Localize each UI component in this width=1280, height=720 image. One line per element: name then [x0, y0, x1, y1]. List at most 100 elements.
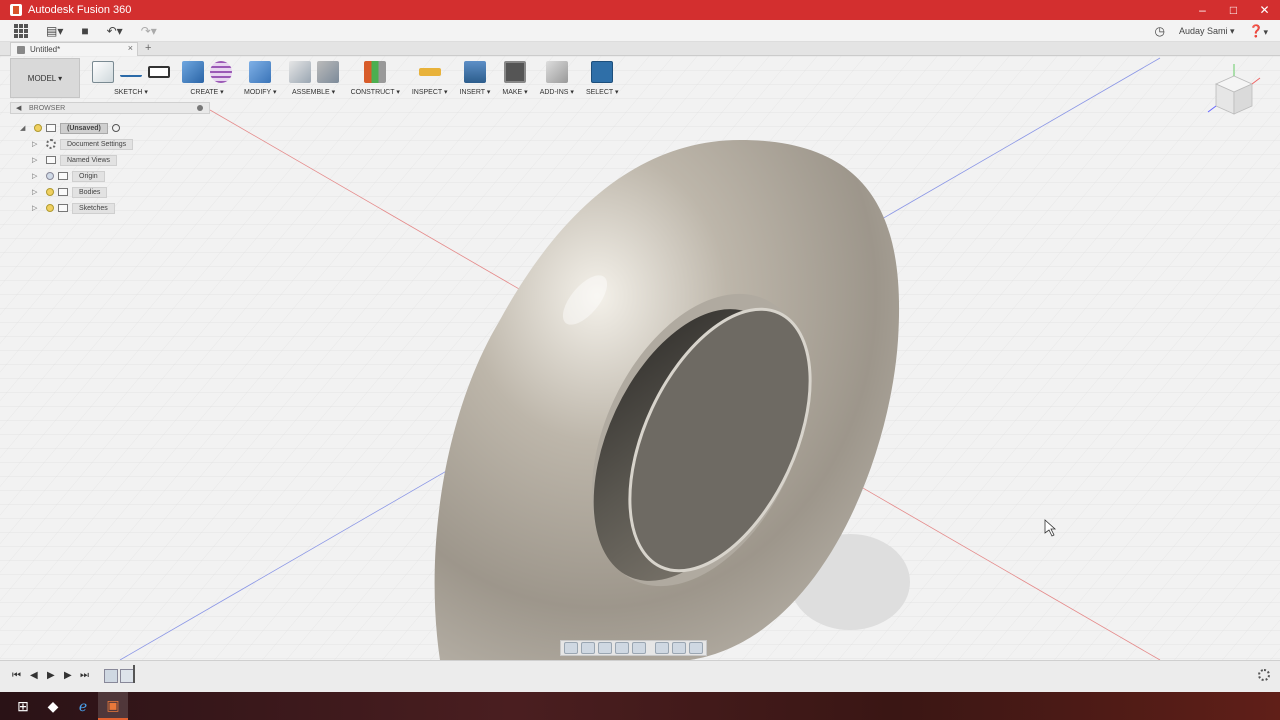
document-tab-title: Untitled* [30, 45, 61, 54]
job-status-clock-icon[interactable]: ◷ [1154, 24, 1164, 38]
minimize-button[interactable]: – [1187, 0, 1218, 20]
new-component-icon[interactable] [288, 61, 311, 83]
go-to-end-icon[interactable]: ⏭ [80, 670, 89, 681]
select-menu-label[interactable]: SELECT ▾ [586, 88, 619, 96]
fusion-taskbar-icon[interactable]: ▣ [98, 692, 128, 720]
visibility-bulb-icon[interactable] [46, 188, 54, 196]
sketch-menu-label[interactable]: SKETCH ▾ [114, 88, 148, 96]
expand-triangle-icon[interactable]: ▷ [32, 172, 40, 180]
insert-group[interactable]: INSERT ▾ [460, 58, 491, 100]
addins-group[interactable]: ADD-INS ▾ [540, 58, 574, 100]
torus-body[interactable] [434, 140, 900, 660]
tree-item-document-settings[interactable]: ▷ Document Settings [32, 136, 134, 152]
tree-item-named-views[interactable]: ▷ Named Views [32, 152, 133, 168]
undo-icon[interactable]: ↶▾ [107, 24, 123, 38]
browser-panel-header[interactable]: ◀ BROWSER [10, 102, 210, 114]
insert-image-icon[interactable] [463, 61, 486, 83]
go-to-start-icon[interactable]: ⏮ [12, 670, 21, 681]
select-group[interactable]: SELECT ▾ [586, 58, 619, 100]
play-icon[interactable]: ▶ [47, 670, 55, 681]
extrude-icon[interactable] [182, 61, 204, 83]
make-group[interactable]: MAKE ▾ [502, 58, 528, 100]
sketch-group[interactable]: SKETCH ▾ [92, 58, 170, 100]
help-menu[interactable]: ❓▾ [1249, 24, 1268, 38]
main-toolbar: MODEL ▾ SKETCH ▾ CREATE ▾ MODIFY ▾ ASSEM… [10, 58, 619, 100]
tree-item-sketches[interactable]: ▷ Sketches [32, 200, 133, 216]
3d-print-icon[interactable] [504, 61, 527, 83]
construct-group[interactable]: CONSTRUCT ▾ [351, 58, 400, 100]
expand-triangle-icon[interactable]: ▷ [32, 204, 40, 212]
grid-settings-icon[interactable] [672, 642, 686, 654]
insert-menu-label[interactable]: INSERT ▾ [460, 88, 491, 96]
create-group[interactable]: CREATE ▾ [182, 58, 232, 100]
data-panel-grid-icon[interactable] [14, 23, 28, 38]
explorer-icon[interactable]: ◆ [38, 692, 68, 720]
redo-icon[interactable]: ↷▾ [141, 24, 157, 38]
visibility-bulb-icon[interactable] [34, 124, 42, 132]
line-tool-icon[interactable] [120, 67, 142, 77]
view-cube[interactable] [1204, 62, 1264, 122]
modify-menu-label[interactable]: MODIFY ▾ [244, 88, 277, 96]
pan-hand-icon[interactable] [598, 642, 612, 654]
inspect-group[interactable]: INSPECT ▾ [412, 58, 448, 100]
maximize-button[interactable]: □ [1218, 0, 1249, 20]
addins-menu-label[interactable]: ADD-INS ▾ [540, 88, 574, 96]
user-name: Auday Sami [1178, 25, 1228, 36]
timeline-feature-sketch[interactable] [104, 669, 118, 683]
expand-triangle-icon[interactable]: ▷ [32, 156, 40, 164]
zoom-icon[interactable] [615, 642, 629, 654]
display-settings-icon[interactable] [655, 642, 669, 654]
start-button-icon[interactable]: ⊞ [8, 692, 38, 720]
scripts-addins-icon[interactable] [545, 61, 568, 83]
create-sketch-icon[interactable] [92, 61, 114, 83]
assemble-group[interactable]: ASSEMBLE ▾ [288, 58, 339, 100]
viewport-canvas[interactable] [0, 56, 1280, 660]
step-back-icon[interactable]: ◀ [30, 670, 38, 681]
expand-triangle-icon[interactable]: ▷ [32, 188, 40, 196]
make-menu-label[interactable]: MAKE ▾ [502, 88, 527, 96]
tree-item-origin[interactable]: ▷ Origin [32, 168, 133, 184]
viewports-icon[interactable] [689, 642, 703, 654]
workspace-switcher[interactable]: MODEL ▾ [10, 58, 80, 98]
assemble-menu-label[interactable]: ASSEMBLE ▾ [292, 88, 335, 96]
view-cube-z-axis [1207, 105, 1217, 113]
user-account-menu[interactable]: Auday Sami ▾ [1179, 26, 1235, 37]
visibility-bulb-off-icon[interactable] [46, 172, 54, 180]
new-tab-button[interactable]: + [145, 42, 151, 55]
press-pull-icon[interactable] [249, 61, 272, 83]
expand-triangle-icon[interactable]: ▷ [32, 140, 40, 148]
tree-item-bodies[interactable]: ▷ Bodies [32, 184, 133, 200]
root-component-label: (Unsaved) [60, 122, 108, 134]
folder-icon [58, 204, 68, 212]
form-sphere-icon[interactable] [210, 61, 232, 83]
inspect-menu-label[interactable]: INSPECT ▾ [412, 88, 448, 96]
rectangle-tool-icon[interactable] [148, 66, 170, 78]
look-at-icon[interactable] [581, 642, 595, 654]
pin-icon[interactable] [197, 105, 203, 111]
joint-icon[interactable] [316, 61, 339, 83]
collapse-triangle-icon[interactable]: ◢ [20, 124, 28, 132]
visibility-bulb-icon[interactable] [46, 204, 54, 212]
construct-menu-label[interactable]: CONSTRUCT ▾ [351, 88, 400, 96]
file-menu-icon[interactable]: ▤▾ [46, 24, 63, 38]
offset-plane-icon[interactable] [364, 61, 387, 83]
activate-component-icon[interactable] [111, 124, 120, 132]
browser-tree: ◢ (Unsaved) ▷ Document Settings ▷ Named … [20, 120, 134, 216]
collapse-browser-icon[interactable]: ◀ [16, 104, 21, 112]
internet-explorer-icon[interactable]: ℯ [68, 692, 98, 720]
orbit-icon[interactable] [564, 642, 578, 654]
step-forward-icon[interactable]: ▶ [64, 670, 72, 681]
modify-group[interactable]: MODIFY ▾ [244, 58, 277, 100]
save-icon[interactable]: ■ [81, 24, 88, 38]
timeline-settings-gear-icon[interactable] [1258, 669, 1270, 681]
create-menu-label[interactable]: CREATE ▾ [190, 88, 223, 96]
measure-icon[interactable] [418, 68, 441, 76]
fit-window-icon[interactable] [632, 642, 646, 654]
close-button[interactable]: ✕ [1249, 0, 1280, 20]
timeline-feature-body[interactable] [120, 669, 134, 683]
select-cursor-icon[interactable] [591, 61, 614, 83]
document-tab[interactable]: Untitled* × [10, 42, 138, 56]
timeline-marker[interactable] [133, 665, 135, 683]
close-tab-icon[interactable]: × [128, 43, 133, 53]
tree-root[interactable]: ◢ (Unsaved) [20, 120, 133, 136]
